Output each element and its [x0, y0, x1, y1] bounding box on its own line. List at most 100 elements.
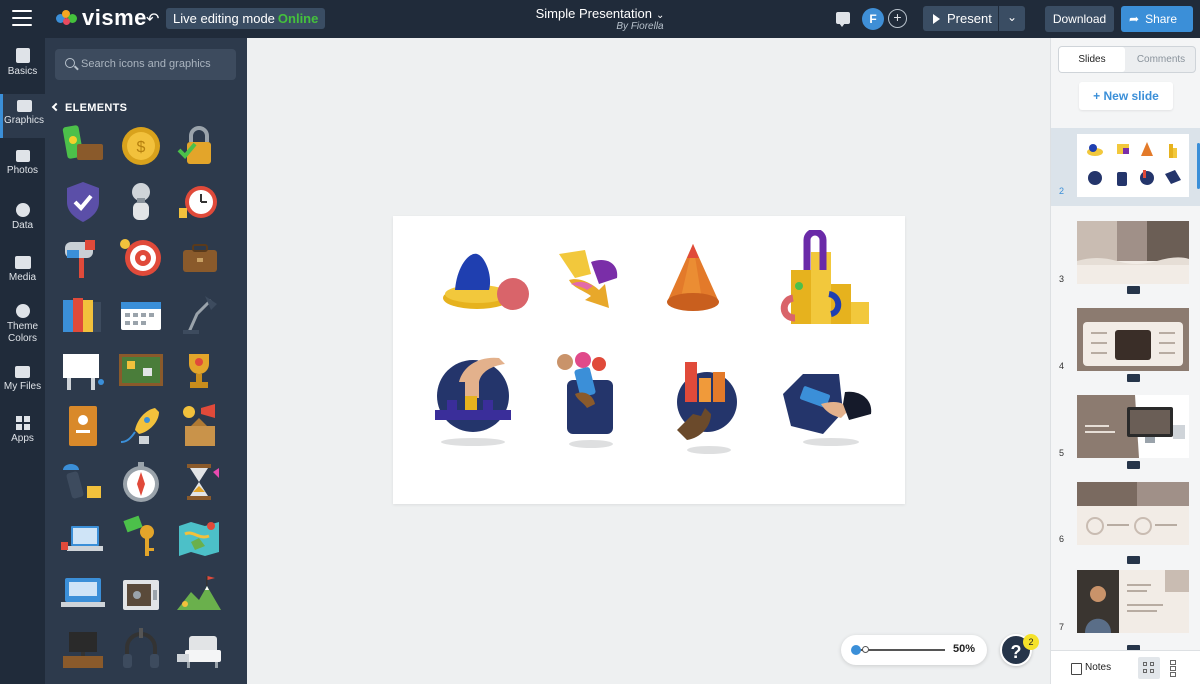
laptop-screen-graphic[interactable]: [59, 570, 107, 618]
desk-lamp-graphic[interactable]: [175, 290, 223, 338]
live-editing-badge[interactable]: Live editing mode Online: [166, 8, 326, 29]
mountain-flag-graphic[interactable]: [175, 570, 223, 618]
shape-hand-blocks-graphic[interactable]: [429, 348, 519, 448]
present-options-chevron-icon[interactable]: ⌄: [999, 6, 1025, 31]
slide-number: 4: [1059, 361, 1065, 371]
shield-check-graphic[interactable]: [59, 178, 107, 226]
undo-icon[interactable]: ↶: [146, 9, 159, 29]
slide-number: 2: [1059, 186, 1065, 196]
alarm-clock-graphic[interactable]: [175, 178, 223, 226]
my-files-icon: [15, 366, 30, 378]
shape-phone-hand-graphic[interactable]: [553, 350, 625, 450]
share-button-label: Share: [1145, 12, 1178, 26]
phone-money-graphic[interactable]: [59, 122, 107, 170]
user-avatar[interactable]: F: [862, 8, 884, 30]
trophy-graphic[interactable]: [175, 346, 223, 394]
calendar-graphic[interactable]: [117, 290, 165, 338]
target-graphic[interactable]: [117, 234, 165, 282]
usb-drive-graphic[interactable]: [59, 458, 107, 506]
slide-link-icon: [1127, 461, 1140, 469]
menu-icon[interactable]: [12, 10, 32, 26]
chat-icon[interactable]: [836, 12, 850, 27]
slide-number: 5: [1059, 448, 1065, 458]
download-button[interactable]: Download: [1045, 6, 1114, 32]
grid-view-icon[interactable]: [1138, 657, 1160, 679]
key-tag-graphic[interactable]: [117, 514, 165, 562]
megaphone-box-graphic[interactable]: [175, 402, 223, 450]
slide-canvas[interactable]: [393, 216, 905, 504]
binders-graphic[interactable]: [59, 290, 107, 338]
shape-arrow-ribbon-graphic[interactable]: [551, 246, 631, 316]
slide-number: 6: [1059, 534, 1065, 544]
share-button[interactable]: ➦ Share: [1121, 6, 1193, 32]
photos-icon: [15, 150, 30, 162]
search-input[interactable]: [81, 54, 231, 74]
lightbulb-head-graphic[interactable]: [117, 178, 165, 226]
slide-thumbnail-row[interactable]: 5: [1051, 390, 1200, 470]
share-arrow-icon: ➦: [1129, 12, 1140, 26]
slide-thumbnail-row[interactable]: 2: [1051, 128, 1200, 206]
zoom-slider-handle[interactable]: [851, 645, 861, 655]
apps-icon: [15, 416, 30, 430]
shape-stairs-tube-graphic[interactable]: [771, 230, 871, 328]
slide-link-icon: [1127, 556, 1140, 564]
rail-item-graphics[interactable]: Graphics: [0, 94, 45, 138]
rail-item-my-files[interactable]: My Files: [0, 366, 45, 404]
padlock-graphic[interactable]: [175, 122, 223, 170]
slide-thumbnail-row[interactable]: 3: [1051, 216, 1200, 296]
chevron-left-icon: [51, 102, 61, 112]
map-graphic[interactable]: [175, 514, 223, 562]
rail-item-label: Graphics: [3, 115, 44, 126]
slide-thumbnail[interactable]: [1077, 395, 1189, 458]
safe-graphic[interactable]: [117, 570, 165, 618]
laptop-graphic[interactable]: [59, 514, 107, 562]
tv-stand-graphic[interactable]: [59, 626, 107, 674]
canvas-workspace: 50% ? 2: [247, 38, 1050, 684]
notebook-graphic[interactable]: [59, 402, 107, 450]
mailbox-graphic[interactable]: [59, 234, 107, 282]
slide-thumbnail-row[interactable]: 4: [1051, 303, 1200, 383]
whiteboard-graphic[interactable]: [59, 346, 107, 394]
shape-cone-graphic[interactable]: [663, 240, 723, 316]
slide-thumbnail-row[interactable]: 7: [1051, 564, 1200, 653]
rail-item-basics[interactable]: Basics: [0, 44, 45, 88]
slide-thumbnail[interactable]: [1077, 570, 1189, 633]
add-collaborator-icon[interactable]: +: [888, 9, 907, 28]
search-box[interactable]: [55, 49, 236, 80]
shape-card-handshake-graphic[interactable]: [779, 364, 875, 448]
corkboard-graphic[interactable]: [117, 346, 165, 394]
notes-button[interactable]: Notes: [1071, 659, 1115, 677]
rail-item-theme-colors[interactable]: Theme Colors: [0, 304, 45, 350]
top-bar: visme ↶ Live editing mode Online Simple P…: [0, 0, 1200, 38]
tab-comments[interactable]: Comments: [1127, 47, 1195, 72]
elements-section-header[interactable]: ELEMENTS: [51, 102, 127, 114]
shape-bar-thumb-graphic[interactable]: [671, 356, 743, 456]
document-title[interactable]: Simple Presentation ⌄: [480, 6, 720, 21]
rail-item-photos[interactable]: Photos: [0, 150, 45, 188]
slide-thumbnail[interactable]: [1077, 308, 1189, 371]
tab-slides[interactable]: Slides: [1059, 47, 1125, 72]
zoom-level[interactable]: 50%: [953, 643, 975, 655]
slide-thumbnail[interactable]: [1077, 221, 1189, 284]
armchair-graphic[interactable]: [175, 626, 223, 674]
slide-thumbnail[interactable]: [1077, 482, 1189, 545]
slides-panel-footer: Notes: [1051, 650, 1200, 684]
slide-thumbnail[interactable]: [1077, 134, 1189, 197]
visme-logo[interactable]: visme: [56, 5, 147, 30]
rocket-graphic[interactable]: [117, 402, 165, 450]
slide-thumbnail-row[interactable]: 6: [1051, 478, 1200, 564]
briefcase-graphic[interactable]: [175, 234, 223, 282]
list-view-icon[interactable]: [1162, 657, 1184, 679]
present-button[interactable]: Present: [923, 6, 998, 31]
new-slide-button[interactable]: + New slide: [1079, 82, 1173, 110]
headphones-graphic[interactable]: [117, 626, 165, 674]
coin-graphic[interactable]: $: [117, 122, 165, 170]
rail-item-media[interactable]: Media: [0, 256, 45, 294]
compass-graphic[interactable]: [117, 458, 165, 506]
rail-item-data[interactable]: Data: [0, 203, 45, 241]
graphics-icon: [16, 100, 32, 112]
shape-cone-sphere-graphic[interactable]: [439, 246, 535, 316]
hourglass-graphic[interactable]: [175, 458, 223, 506]
brand-name: visme: [82, 5, 147, 30]
rail-item-apps[interactable]: Apps: [0, 416, 45, 454]
